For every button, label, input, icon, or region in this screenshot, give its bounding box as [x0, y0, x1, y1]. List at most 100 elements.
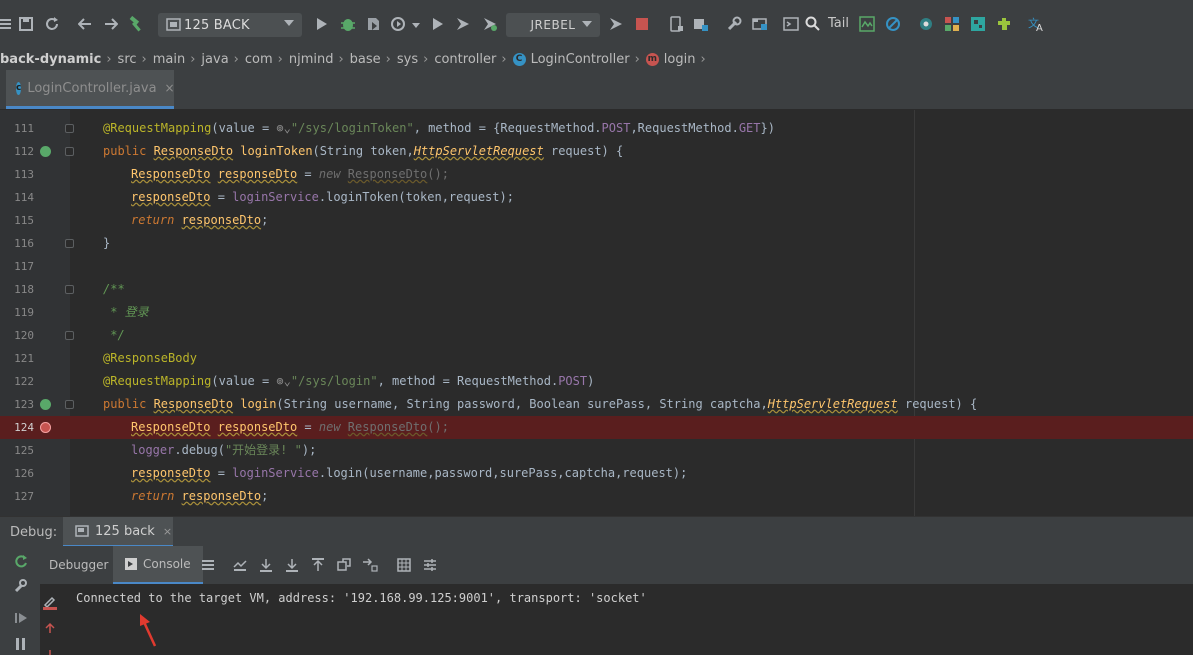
code-line[interactable]: 126 responseDto = loginService.login(use…: [0, 462, 1193, 485]
console-output-area[interactable]: Connected to the target VM, address: '19…: [40, 584, 1193, 655]
tail-button[interactable]: Tail: [828, 16, 849, 31]
run-play-icon[interactable]: [428, 14, 448, 34]
code-line[interactable]: 127 return responseDto;: [0, 485, 1193, 508]
debug-session-tab[interactable]: 125 back ×: [63, 517, 173, 547]
breadcrumb-item-njmind[interactable]: njmind: [289, 52, 334, 67]
terminal-icon[interactable]: [781, 14, 801, 34]
settings-wrench-icon[interactable]: [12, 577, 30, 595]
scroll-down-icon[interactable]: [44, 647, 56, 655]
tab-logincontroller[interactable]: c LoginController.java ×: [6, 70, 175, 109]
step-into-icon[interactable]: [284, 557, 300, 573]
code-line[interactable]: 116 }: [0, 232, 1193, 255]
breadcrumb-item-controller[interactable]: controller: [434, 52, 496, 67]
step-over-icon[interactable]: [258, 557, 274, 573]
endpoint-icon[interactable]: [40, 399, 51, 410]
code-line[interactable]: 120 */: [0, 324, 1193, 347]
code-line-breakpoint[interactable]: 124 ResponseDto responseDto = new Respon…: [0, 416, 1193, 439]
project-structure-icon[interactable]: [750, 14, 770, 34]
build-hammer-icon[interactable]: [126, 14, 146, 34]
breadcrumb-item-sys[interactable]: sys: [397, 52, 418, 67]
stop-icon[interactable]: [632, 14, 652, 34]
fold-icon[interactable]: [65, 285, 74, 294]
deploy-icon[interactable]: [691, 14, 711, 34]
fold-icon[interactable]: [65, 239, 74, 248]
step-out-icon[interactable]: [310, 557, 326, 573]
coverage-icon[interactable]: [363, 14, 383, 34]
pause-icon[interactable]: [12, 635, 30, 653]
clear-console-icon[interactable]: [42, 594, 58, 614]
debug-icon[interactable]: [338, 14, 358, 34]
jrebel-debug-icon[interactable]: [480, 14, 500, 34]
code-line[interactable]: 111 @RequestMapping(value = ⊚⌄"/sys/logi…: [0, 117, 1193, 140]
class-icon: c: [16, 81, 22, 95]
plugin-icon[interactable]: [994, 14, 1014, 34]
jrebel-run-icon[interactable]: [453, 14, 473, 34]
no-icon[interactable]: [883, 14, 903, 34]
breadcrumb-item-base[interactable]: base: [350, 52, 381, 67]
code-line[interactable]: 122 @RequestMapping(value = ⊚⌄"/sys/logi…: [0, 370, 1193, 393]
fold-icon[interactable]: [65, 124, 74, 133]
translate-icon[interactable]: 文A: [1027, 14, 1047, 34]
run-config-dropdown[interactable]: 125 BACK: [158, 13, 302, 37]
breadcrumb-item-com[interactable]: com: [245, 52, 273, 67]
search-icon[interactable]: [803, 14, 823, 34]
endpoint-icon[interactable]: [40, 146, 51, 157]
svg-text:A: A: [1036, 23, 1043, 32]
breadcrumb-item-method[interactable]: m login: [645, 52, 695, 67]
drop-frame-icon[interactable]: [336, 557, 352, 573]
palette-icon[interactable]: [942, 14, 962, 34]
code-line[interactable]: 113 ResponseDto responseDto = new Respon…: [0, 163, 1193, 186]
run-icon[interactable]: [312, 14, 332, 34]
menu-icon[interactable]: [0, 14, 14, 34]
fold-icon[interactable]: [65, 331, 74, 340]
jrebel-config-icon[interactable]: [606, 14, 626, 34]
code-line[interactable]: 118 /**: [0, 278, 1193, 301]
link-icon: ⊚⌄: [276, 374, 291, 388]
code-line[interactable]: 115 return responseDto;: [0, 209, 1193, 232]
line-number: 118: [14, 283, 34, 296]
line-number: 120: [14, 329, 34, 342]
breadcrumb-item-src[interactable]: src: [118, 52, 137, 67]
debug-tool-window-header: Debug: 125 back ×: [0, 516, 1193, 547]
back-icon[interactable]: [75, 14, 95, 34]
sync-icon[interactable]: [42, 14, 62, 34]
tab-debugger[interactable]: Debugger: [49, 546, 108, 584]
close-icon[interactable]: ×: [163, 525, 172, 538]
rerun-icon[interactable]: [12, 552, 30, 570]
forward-icon[interactable]: [101, 14, 121, 34]
show-execution-point-icon[interactable]: [232, 557, 248, 573]
scroll-up-icon[interactable]: [44, 622, 56, 638]
resume-icon[interactable]: [12, 609, 30, 627]
device-icon[interactable]: [666, 14, 686, 34]
chart-icon[interactable]: [857, 14, 877, 34]
breadcrumb-item-java[interactable]: java: [201, 52, 228, 67]
code-line[interactable]: 121 @ResponseBody: [0, 347, 1193, 370]
menu-icon[interactable]: [200, 557, 216, 573]
breakpoint-icon[interactable]: [40, 422, 51, 433]
trace-icon[interactable]: [422, 557, 438, 573]
jrebel-dropdown[interactable]: JREBEL: [506, 13, 600, 37]
code-line[interactable]: 112 public ResponseDto loginToken(String…: [0, 140, 1193, 163]
evaluate-expression-icon[interactable]: [396, 557, 412, 573]
breadcrumb-item-main[interactable]: main: [153, 52, 185, 67]
breadcrumb-item-class[interactable]: C LoginController: [512, 52, 630, 67]
code-line[interactable]: 114 responseDto = loginService.loginToke…: [0, 186, 1193, 209]
code-line[interactable]: 117: [0, 255, 1193, 278]
close-icon[interactable]: ×: [165, 81, 175, 95]
fold-icon[interactable]: [65, 147, 74, 156]
tab-console[interactable]: Console: [113, 546, 203, 584]
code-line[interactable]: 125 logger.debug("开始登录! ");: [0, 439, 1193, 462]
wrench-icon[interactable]: [724, 14, 744, 34]
line-number: 113: [14, 168, 34, 181]
profile-dropdown-icon[interactable]: [406, 16, 426, 36]
breadcrumb-item-project[interactable]: back-dynamic: [0, 52, 101, 67]
code-line[interactable]: 123 public ResponseDto login(String user…: [0, 393, 1193, 416]
chevron-down-icon: [284, 20, 294, 26]
code-line[interactable]: 119 * 登录: [0, 301, 1193, 324]
fold-icon[interactable]: [65, 400, 74, 409]
qr-icon[interactable]: [968, 14, 988, 34]
run-to-cursor-icon[interactable]: [362, 557, 378, 573]
target-icon[interactable]: [916, 14, 936, 34]
save-icon[interactable]: [16, 14, 36, 34]
code-editor[interactable]: 111 @RequestMapping(value = ⊚⌄"/sys/logi…: [0, 110, 1193, 516]
